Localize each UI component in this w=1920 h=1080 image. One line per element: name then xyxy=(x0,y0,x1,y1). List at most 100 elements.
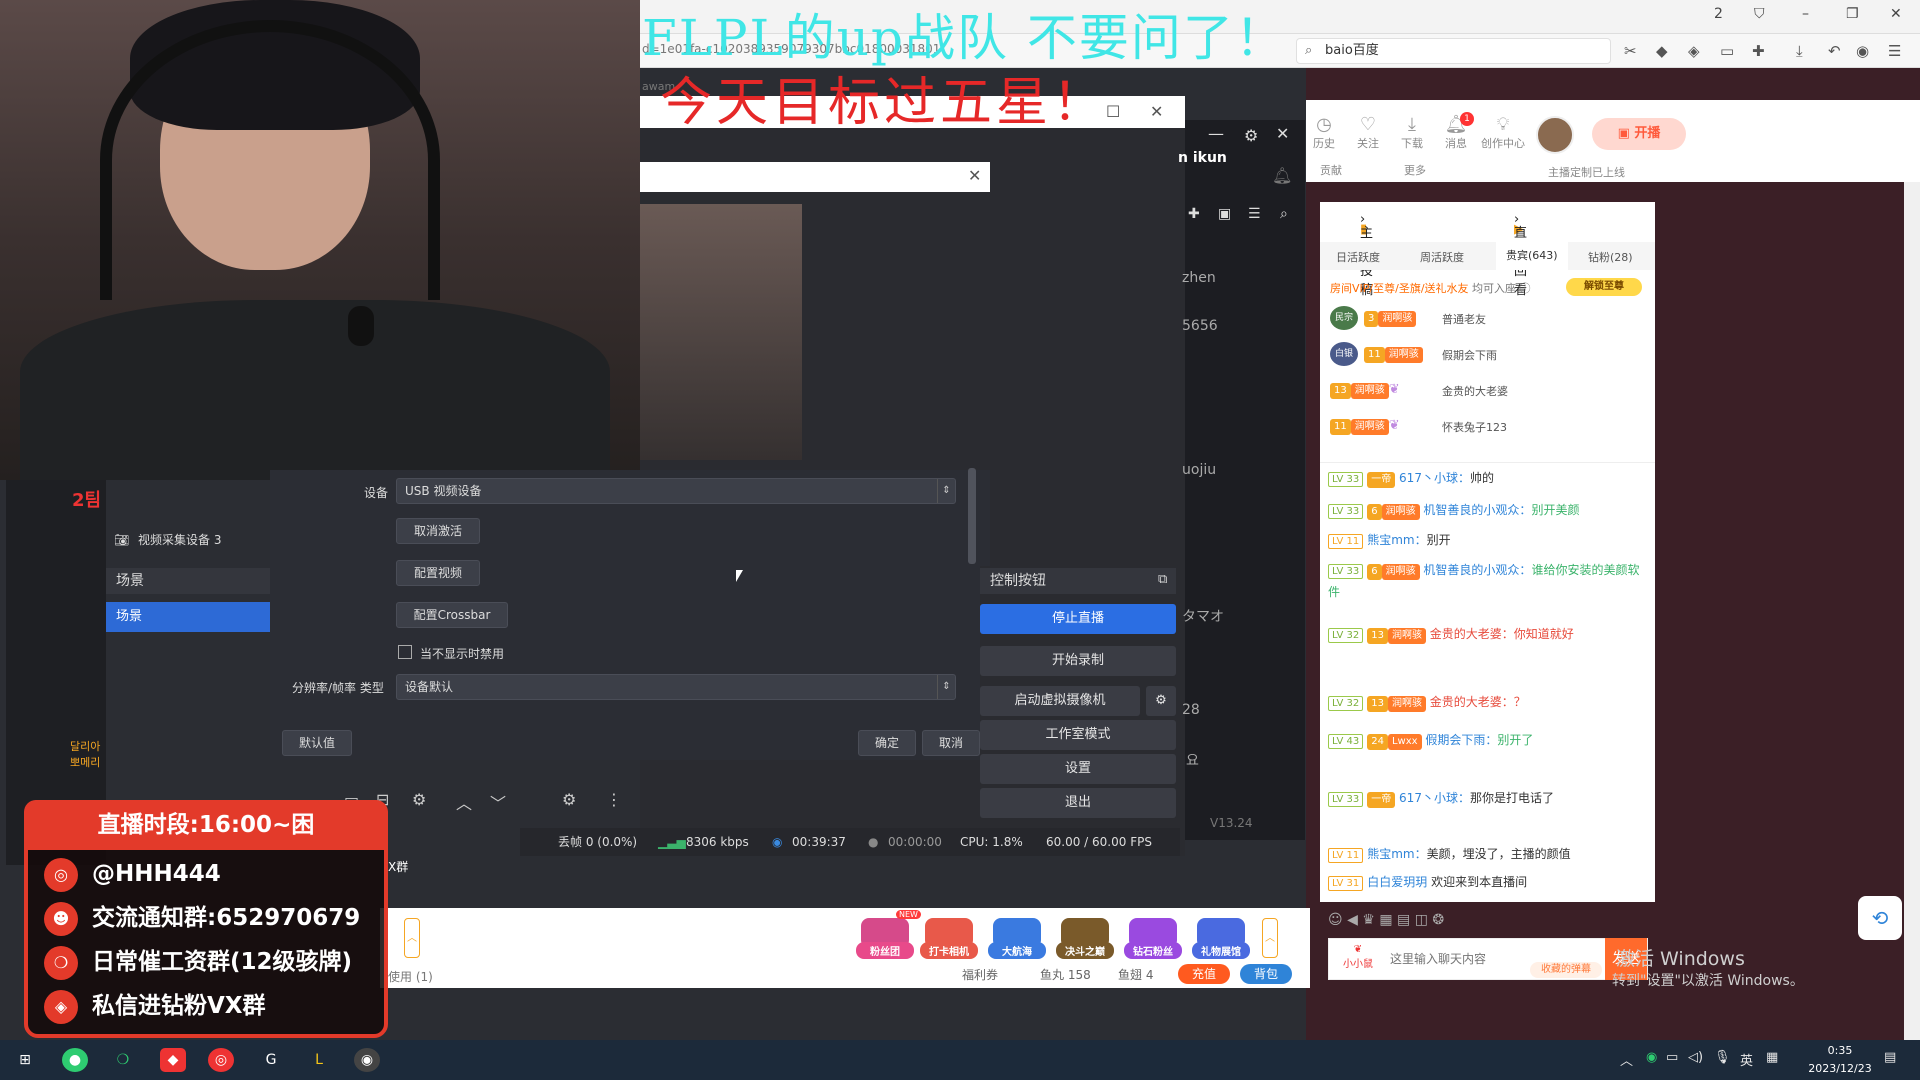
rank-row[interactable]: 民宗 3 润啊骇 普通老友 xyxy=(1330,306,1650,332)
config-video-button[interactable]: 配置视频 xyxy=(396,560,480,586)
chat-message[interactable]: LV 33 一帝 617丶小球：那你是打电话了 xyxy=(1328,787,1648,809)
gear-icon[interactable]: ⚙ xyxy=(1244,126,1258,145)
exit-button[interactable]: 退出 xyxy=(980,788,1176,818)
league-icon[interactable]: L xyxy=(306,1048,332,1072)
gift-duel[interactable]: 决斗之巅 xyxy=(1056,918,1114,962)
tab-vip[interactable]: 贵宾(643) xyxy=(1496,242,1568,270)
mixer-gear-icon[interactable]: ⚙ xyxy=(562,790,576,809)
chat-nick[interactable]: 白白爱玥玥 xyxy=(1367,875,1427,889)
chat-nick[interactable]: 金贵的大老婆： xyxy=(1430,695,1514,709)
welfare-coupon[interactable]: 福利券 xyxy=(962,966,998,983)
header-follow[interactable]: ♡ 关注 xyxy=(1350,114,1386,151)
chevron-down-icon[interactable]: ﹀ xyxy=(490,790,506,814)
window-icon[interactable]: ▭ xyxy=(1720,42,1734,60)
extension-icon[interactable]: ◆ xyxy=(1656,42,1668,60)
crown-icon[interactable]: ♛ xyxy=(1362,912,1375,928)
anchor-post-link[interactable]: ▮ 主播投稿 › xyxy=(1360,212,1373,298)
undo-icon[interactable]: ↶ xyxy=(1828,42,1841,60)
mascot-badge[interactable]: ❦ 小小鼠 xyxy=(1334,944,1382,976)
fox-icon[interactable]: ◈ xyxy=(1688,42,1700,60)
gift-checkin-camera[interactable]: 打卡相机 xyxy=(920,918,978,962)
gear-icon[interactable]: ⚙ xyxy=(412,790,426,809)
scissors-icon[interactable]: ✂ xyxy=(1624,42,1637,60)
page-scrollbar[interactable] xyxy=(1904,100,1920,1040)
chat-nick[interactable]: 机智善良的小观众： xyxy=(1423,503,1531,517)
header-download[interactable]: ⤓ 下载 xyxy=(1394,114,1430,151)
box-icon[interactable]: ▤ xyxy=(1397,912,1410,928)
netease-icon[interactable]: ◎ xyxy=(208,1048,234,1072)
minimize-icon[interactable]: — xyxy=(1208,124,1224,143)
edge-icon[interactable]: ◉ xyxy=(1856,42,1869,60)
gift-gallery[interactable]: 礼物展馆 xyxy=(1192,918,1250,962)
chat-message[interactable]: LV 11 熊宝mm：美颜，埋没了，主播的颜值 xyxy=(1328,843,1648,865)
help-icon[interactable]: ⓘ xyxy=(1520,282,1531,295)
wechat-icon[interactable]: ❍ xyxy=(110,1048,136,1072)
more-icon[interactable]: ⋮ xyxy=(606,790,622,809)
chat-message[interactable]: LV 11 熊宝mm：别开 xyxy=(1328,529,1648,551)
rank-row[interactable]: 白银 11 润啊骇 假期会下雨 xyxy=(1330,342,1650,368)
rank-row[interactable]: 13 润啊骇 ❦ 金贵的大老婆 xyxy=(1330,378,1650,404)
cancel-button[interactable]: 取消 xyxy=(922,730,980,756)
backpack-button[interactable]: 背包 xyxy=(1240,964,1292,984)
app-icon[interactable]: ● xyxy=(62,1048,88,1072)
download-tool-icon[interactable]: ⤓ xyxy=(1796,42,1803,60)
device-select[interactable]: USB 视频设备 ⇕ xyxy=(396,478,956,504)
gift-diamond-fan[interactable]: 钻石粉丝 xyxy=(1124,918,1182,962)
search-icon[interactable]: ⌕ xyxy=(1280,206,1288,222)
close-icon[interactable]: ✕ xyxy=(968,166,981,185)
chat-nick[interactable]: 617丶小球： xyxy=(1399,791,1470,805)
windows-start-icon[interactable]: ⊞ xyxy=(12,1048,38,1072)
stop-streaming-button[interactable]: 停止直播 xyxy=(980,604,1176,634)
douyu-icon[interactable]: ◆ xyxy=(160,1048,186,1072)
chat-message[interactable]: LV 33 6 润啊骇 机智善良的小观众：别开美颜 xyxy=(1328,499,1648,521)
chat-message[interactable]: LV 33 一帝 617丶小球：帅的 xyxy=(1328,467,1648,489)
speaker-icon[interactable]: ◀ xyxy=(1347,912,1358,928)
source-item[interactable]: 📷︎ 视频采集设备 3 xyxy=(106,526,270,554)
scene-item[interactable]: 场景 xyxy=(106,602,270,632)
close-icon[interactable]: ✕ xyxy=(1150,102,1163,121)
header-history[interactable]: ◷ 历史 xyxy=(1306,114,1342,151)
recharge-button[interactable]: 充值 xyxy=(1178,964,1230,984)
disable-when-hidden-checkbox[interactable] xyxy=(398,645,412,659)
close-icon[interactable]: ✕ xyxy=(1276,124,1289,143)
custom-launched-label[interactable]: 主播定制已上线 xyxy=(1548,164,1625,180)
add-user-icon[interactable]: ✚ xyxy=(1188,206,1200,222)
maximize-icon[interactable]: ☐ xyxy=(1106,102,1120,121)
chat-nick[interactable]: 假期会下雨： xyxy=(1425,733,1497,747)
header-creator[interactable]: 💡︎ 创作中心 xyxy=(1478,114,1528,151)
deactivate-button[interactable]: 取消激活 xyxy=(396,518,480,544)
replay-link[interactable]: ▶ 直播回看 › xyxy=(1514,212,1527,298)
puzzle-icon[interactable]: ✚ xyxy=(1752,42,1765,60)
gift-voyage[interactable]: 大航海 xyxy=(988,918,1046,962)
folder-icon[interactable]: ▣ xyxy=(1218,206,1231,222)
restore-icon[interactable]: ❐ xyxy=(1846,6,1859,22)
unlock-button[interactable]: 解锁至尊 xyxy=(1566,278,1642,296)
chevron-up-icon[interactable]: ︿ xyxy=(456,790,472,814)
tab-diamond[interactable]: 钻粉(28) xyxy=(1588,249,1633,265)
saved-barrage-chip[interactable]: 收藏的弹幕 xyxy=(1530,962,1602,978)
ime-label[interactable]: 英 xyxy=(1740,1050,1753,1069)
emoji-icon[interactable]: ☺ xyxy=(1328,912,1343,928)
chat-message[interactable]: LV 32 13 润啊骇 金贵的大老婆：？ xyxy=(1328,691,1648,713)
config-crossbar-button[interactable]: 配置Crossbar xyxy=(396,602,508,628)
chat-message[interactable]: LV 31 白白爱玥玥 欢迎来到本直播间 xyxy=(1328,871,1648,893)
settings-button[interactable]: 设置 xyxy=(980,754,1176,784)
game-icon[interactable]: G xyxy=(258,1048,284,1072)
clock[interactable]: 0:35 2023/12/23 xyxy=(1800,1042,1880,1078)
dialog-scrollbar[interactable] xyxy=(968,468,976,564)
defaults-button[interactable]: 默认值 xyxy=(282,730,352,756)
minimize-icon[interactable]: – xyxy=(1802,6,1809,22)
chat-message[interactable]: LV 43 24 Lwxx 假期会下雨：别开了 xyxy=(1328,729,1648,751)
gift-icon[interactable]: ▦ xyxy=(1379,912,1392,928)
tab-weekly[interactable]: 周活跃度 xyxy=(1420,249,1464,265)
tab-daily[interactable]: 日活跃度 xyxy=(1336,249,1380,265)
rank-row[interactable]: 11 润啊骇 ❦ 怀表兔子123 xyxy=(1330,414,1650,440)
resolution-type-select[interactable]: 设备默认 ⇕ xyxy=(396,674,956,700)
gear-icon[interactable]: ⚙ xyxy=(1146,686,1176,716)
close-icon[interactable]: ✕ xyxy=(1890,6,1902,22)
chat-nick[interactable]: 熊宝mm： xyxy=(1367,533,1426,547)
undock-icon[interactable]: ⧉ xyxy=(1158,572,1167,587)
studio-mode-button[interactable]: 工作室模式 xyxy=(980,720,1176,750)
chat-nick[interactable]: 机智善良的小观众： xyxy=(1423,563,1531,577)
bag-icon[interactable]: ◫ xyxy=(1415,912,1428,928)
